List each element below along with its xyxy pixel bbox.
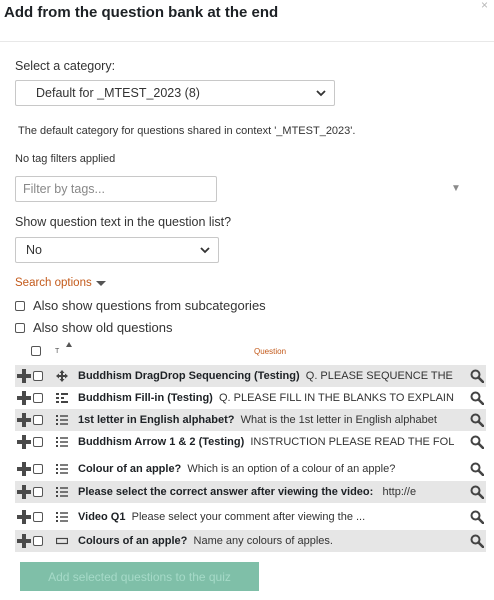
question-text[interactable]: Colours of an apple? Name any colours of… [78, 535, 470, 547]
search-options-label: Search options [15, 277, 92, 289]
question-name: 1st letter in English alphabet? [78, 414, 235, 426]
preview-search-icon[interactable] [470, 485, 484, 499]
add-to-quiz-icon[interactable] [17, 413, 31, 427]
question-checkbox[interactable] [33, 487, 43, 497]
question-row: Buddhism Arrow 1 & 2 (Testing) INSTRUCTI… [15, 431, 486, 453]
question-checkbox[interactable] [33, 415, 43, 425]
question-name: Buddhism Arrow 1 & 2 (Testing) [78, 436, 245, 448]
search-options-toggle[interactable]: Search options [15, 277, 106, 289]
question-checkbox[interactable] [33, 536, 43, 546]
question-row: Buddhism DragDrop Sequencing (Testing) Q… [15, 365, 486, 387]
question-row: Colour of an apple? Which is an option o… [15, 458, 486, 480]
question-summary: Q. PLEASE FILL IN THE BLANKS TO EXPLAIN [218, 392, 454, 404]
question-checkbox[interactable] [33, 512, 43, 522]
grid-list-icon [55, 391, 69, 405]
sort-asc-icon[interactable] [66, 342, 72, 347]
category-description: The default category for questions share… [18, 125, 356, 137]
question-row: Colours of an apple? Name any colours of… [15, 530, 486, 552]
tag-filter-placeholder: Filter by tags... [23, 182, 105, 196]
question-name: Colours of an apple? [78, 535, 188, 547]
question-checkbox[interactable] [33, 393, 43, 403]
question-row: Video Q1 Please select your comment afte… [15, 506, 486, 528]
question-row: Please select the correct answer after v… [15, 481, 486, 503]
add-to-quiz-icon[interactable] [17, 435, 31, 449]
tag-filter-status: No tag filters applied [15, 153, 116, 165]
question-row: Buddhism Fill-in (Testing) Q. PLEASE FIL… [15, 387, 486, 409]
close-icon[interactable]: × [481, 0, 488, 12]
show-question-text-value: No [26, 243, 42, 257]
multichoice-list-icon [55, 485, 69, 499]
type-column-header[interactable]: T [55, 348, 59, 355]
tag-filter-dropdown-icon[interactable]: ▼ [451, 183, 461, 194]
question-text[interactable]: Please select the correct answer after v… [78, 486, 470, 498]
short-answer-icon [55, 534, 69, 548]
multichoice-list-icon [55, 435, 69, 449]
multichoice-list-icon [55, 413, 69, 427]
preview-search-icon[interactable] [470, 391, 484, 405]
preview-search-icon[interactable] [470, 510, 484, 524]
question-text[interactable]: Video Q1 Please select your comment afte… [78, 511, 470, 523]
question-text[interactable]: Buddhism DragDrop Sequencing (Testing) Q… [78, 370, 470, 382]
question-name: Buddhism Fill-in (Testing) [78, 392, 213, 404]
select-all-checkbox[interactable] [31, 346, 41, 356]
question-summary: INSTRUCTION PLEASE READ THE FOL [250, 436, 455, 448]
question-row: 1st letter in English alphabet? What is … [15, 409, 486, 431]
question-summary: http://e [382, 486, 417, 498]
question-name: Colour of an apple? [78, 463, 182, 475]
question-text[interactable]: Buddhism Fill-in (Testing) Q. PLEASE FIL… [78, 392, 470, 404]
question-checkbox[interactable] [33, 437, 43, 447]
show-question-text-select[interactable]: No [15, 237, 219, 263]
question-name: Buddhism DragDrop Sequencing (Testing) [78, 370, 300, 382]
add-to-quiz-icon[interactable] [17, 534, 31, 548]
question-summary: Name any colours of apples. [193, 535, 333, 547]
chevron-down-icon [316, 90, 326, 97]
question-text[interactable]: 1st letter in English alphabet? What is … [78, 414, 470, 426]
preview-search-icon[interactable] [470, 534, 484, 548]
add-to-quiz-icon[interactable] [17, 391, 31, 405]
question-name: Video Q1 [78, 511, 126, 523]
modal-header: Add from the question bank at the end × [0, 0, 494, 42]
preview-search-icon[interactable] [470, 462, 484, 476]
old-questions-checkbox[interactable] [15, 322, 25, 333]
add-to-quiz-icon[interactable] [17, 510, 31, 524]
question-summary: Q. PLEASE SEQUENCE THE [305, 370, 453, 382]
question-summary: What is the 1st letter in English alphab… [240, 414, 437, 426]
old-questions-option-label: Also show old questions [33, 320, 173, 335]
preview-search-icon[interactable] [470, 435, 484, 449]
move-arrows-icon [55, 369, 69, 383]
category-select-value: Default for _MTEST_2023 (8) [36, 86, 200, 100]
question-checkbox[interactable] [33, 464, 43, 474]
question-summary: Which is an option of a colour of an app… [187, 463, 396, 475]
subcategories-checkbox[interactable] [15, 300, 25, 311]
question-name: Please select the correct answer after v… [78, 486, 374, 498]
question-summary: Please select your comment after viewing… [131, 511, 366, 523]
add-to-quiz-icon[interactable] [17, 462, 31, 476]
add-to-quiz-icon[interactable] [17, 369, 31, 383]
question-text[interactable]: Buddhism Arrow 1 & 2 (Testing) INSTRUCTI… [78, 436, 470, 448]
category-select[interactable]: Default for _MTEST_2023 (8) [15, 80, 335, 106]
subcategories-option-label: Also show questions from subcategories [33, 298, 266, 313]
question-column-header[interactable]: Question [254, 347, 286, 356]
subcategories-option[interactable]: Also show questions from subcategories [15, 298, 266, 313]
multichoice-list-icon [55, 462, 69, 476]
preview-search-icon[interactable] [470, 369, 484, 383]
tag-filter-input[interactable]: Filter by tags... [15, 176, 217, 202]
add-selected-questions-button[interactable]: Add selected questions to the quiz [20, 562, 259, 591]
old-questions-option[interactable]: Also show old questions [15, 320, 172, 335]
caret-down-icon [95, 280, 106, 286]
question-checkbox[interactable] [33, 371, 43, 381]
question-table-header: T Question [0, 340, 494, 362]
chevron-down-icon [200, 247, 210, 254]
show-question-text-label: Show question text in the question list? [15, 215, 232, 229]
question-text[interactable]: Colour of an apple? Which is an option o… [78, 463, 470, 475]
preview-search-icon[interactable] [470, 413, 484, 427]
add-to-quiz-icon[interactable] [17, 485, 31, 499]
modal-title: Add from the question bank at the end [4, 4, 279, 21]
category-label: Select a category: [15, 59, 116, 73]
multichoice-list-icon [55, 510, 69, 524]
